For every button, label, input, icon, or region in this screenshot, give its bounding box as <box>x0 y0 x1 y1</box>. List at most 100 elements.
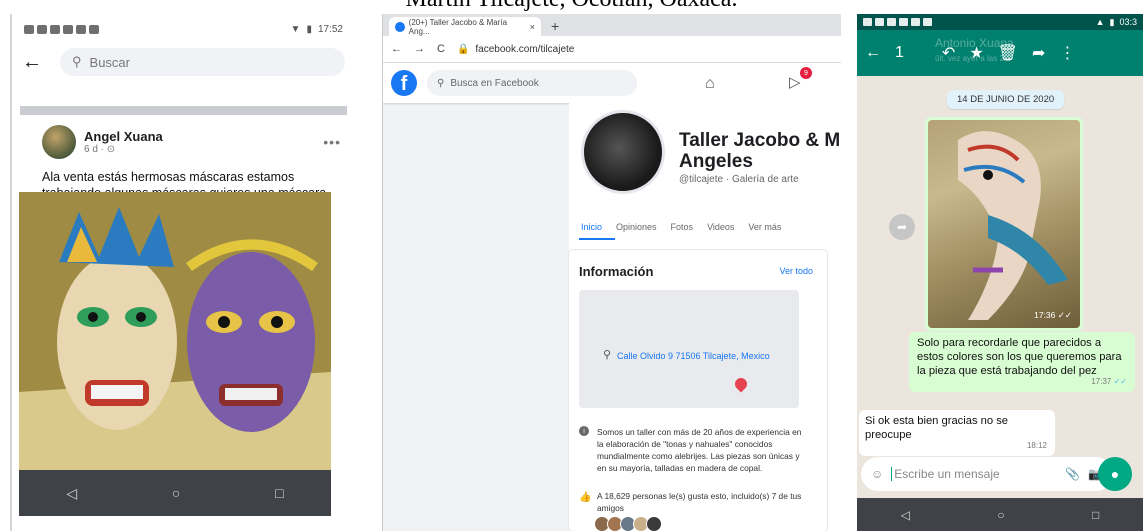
contact-name: Antonio Xuana <box>935 36 1014 50</box>
see-all-link[interactable]: Ver todo <box>779 266 813 276</box>
facebook-desktop-panel: (20+) Taller Jacobo & María Ang... × + ←… <box>382 14 841 531</box>
info-card: Información Ver todo ⚲ Calle Olvido 9 71… <box>569 250 827 531</box>
page-name: Taller Jacobo & M Angeles <box>679 130 841 172</box>
outgoing-message[interactable]: Solo para recordarle que parecidos a est… <box>909 332 1135 392</box>
url-text: facebook.com/tilcajete <box>475 43 575 55</box>
forward-shortcut-icon[interactable]: ➦ <box>889 214 915 240</box>
message-timestamp: 18:12 <box>1026 441 1047 450</box>
clock: 17:52 <box>317 23 343 35</box>
back-arrow-icon[interactable]: ← <box>865 44 881 62</box>
masks-photo[interactable] <box>19 192 331 470</box>
selection-toolbar: ← 1 Antonio Xuana últ. vez ayer a las 2:… <box>857 30 1143 76</box>
map-info-icon[interactable]: ⓘ <box>591 406 600 408</box>
search-icon: ⚲ <box>72 54 82 69</box>
incoming-message[interactable]: Si ok esta bien gracias no se preocupe 1… <box>859 410 1055 456</box>
nav-recents-icon[interactable]: □ <box>275 485 283 501</box>
nav-home-icon[interactable]: ○ <box>997 508 1004 522</box>
notification-icons <box>24 24 99 34</box>
tab-inicio[interactable]: Inicio <box>581 222 602 232</box>
info-title: Información <box>579 264 654 279</box>
tab-title: (20+) Taller Jacobo & María Ang... <box>408 17 508 36</box>
message-text: Si ok esta bien gracias no se preocupe <box>865 415 1009 441</box>
android-nav-bar: ◁ ○ □ <box>857 498 1143 531</box>
top-bar: ← ⚲ Buscar <box>12 44 355 80</box>
active-tab-indicator <box>579 238 615 240</box>
page-tabs: Inicio Opiniones Fotos Videos Ver más <box>581 222 781 232</box>
message-input-placeholder[interactable]: Escribe un mensaje <box>891 467 1057 481</box>
search-input[interactable]: ⚲ Buscar <box>60 48 345 76</box>
post-author[interactable]: Angel Xuana <box>84 129 163 144</box>
info-icon: i <box>579 426 589 436</box>
back-arrow-icon[interactable]: ← <box>22 51 42 74</box>
notification-badge: 9 <box>800 67 812 79</box>
whatsapp-chat-panel: ▲ ▮ 03:3 ← 1 Antonio Xuana últ. vez ayer a… <box>857 14 1143 531</box>
wifi-icon: ▼ <box>290 23 301 35</box>
post-header: Angel Xuana 6 d · ⊙ ••• <box>12 115 355 163</box>
signal-icon: ▲ <box>1095 16 1105 27</box>
facebook-top-bar: f ⚲ Busca en Facebook ⌂ ▷ 9 <box>383 63 841 103</box>
date-separator: 14 DE JUNIO DE 2020 <box>947 90 1065 109</box>
page-description: Somos un taller con más de 20 años de ex… <box>597 427 802 473</box>
battery-icon: ▮ <box>1109 16 1115 27</box>
close-tab-icon[interactable]: × <box>530 22 535 32</box>
nav-back-icon[interactable]: ◁ <box>66 485 77 502</box>
selected-count: 1 <box>895 44 904 61</box>
address-link[interactable]: Calle Olvido 9 71506 Tilcajete, Mexico <box>617 350 787 362</box>
post-meta: 6 d · ⊙ <box>84 144 116 155</box>
map-preview[interactable]: ⚲ Calle Olvido 9 71506 Tilcajete, Mexico… <box>579 290 799 408</box>
search-icon: ⚲ <box>437 77 445 89</box>
tab-fotos[interactable]: Fotos <box>671 222 694 232</box>
home-icon[interactable]: ⌂ <box>705 75 715 93</box>
image-timestamp: 17:36 ✓✓ <box>1034 310 1072 320</box>
tab-videos[interactable]: Videos <box>707 222 734 232</box>
clock: 03:3 <box>1119 16 1137 27</box>
facebook-logo-icon[interactable]: f <box>391 70 417 96</box>
location-icon: ⚲ <box>603 349 612 361</box>
facebook-favicon-icon <box>395 21 405 32</box>
back-icon[interactable]: ← <box>391 43 402 55</box>
message-text: Solo para recordarle que parecidos a est… <box>917 337 1122 377</box>
reload-icon[interactable]: C <box>437 43 445 55</box>
forward-icon[interactable]: ➦ <box>1032 43 1045 63</box>
figure-caption: Martín Tilcajete, Ocotlán, Oaxaca. <box>0 0 1143 13</box>
overflow-menu-icon[interactable]: ⋮ <box>1059 43 1075 63</box>
tab-opiniones[interactable]: Opiniones <box>616 222 657 232</box>
search-placeholder: Busca en Facebook <box>450 77 539 89</box>
page-avatar[interactable] <box>581 110 665 194</box>
watch-icon[interactable]: ▷ <box>789 73 801 91</box>
nav-back-icon[interactable]: ◁ <box>901 508 910 522</box>
contact-status: últ. vez ayer a las 2:.. <box>935 54 1011 63</box>
status-bar: ▲ ▮ 03:3 <box>857 14 1143 30</box>
friends-avatars <box>594 516 662 531</box>
search-placeholder: Buscar <box>89 54 130 70</box>
android-nav-bar: ◁ ○ □ <box>19 470 331 516</box>
more-options-icon[interactable]: ••• <box>323 134 341 150</box>
like-icon: 👍 <box>579 492 592 503</box>
message-timestamp: 17:37 ✓✓ <box>1091 377 1127 386</box>
url-field[interactable]: 🔒 facebook.com/tilcajete <box>457 44 574 55</box>
new-tab-icon[interactable]: + <box>551 17 559 36</box>
page-category: @tilcajete · Galería de arte <box>679 174 799 185</box>
message-composer[interactable]: ☺ Escribe un mensaje 📎 📷 <box>861 457 1113 491</box>
read-ticks-icon: ✓✓ <box>1113 377 1127 386</box>
battery-icon: ▮ <box>306 23 312 35</box>
map-pin-icon <box>732 375 750 393</box>
forward-icon[interactable]: → <box>414 43 425 55</box>
browser-tab[interactable]: (20+) Taller Jacobo & María Ang... × <box>389 17 541 36</box>
emoji-icon[interactable]: ☺ <box>871 467 883 481</box>
nav-home-icon[interactable]: ○ <box>172 485 180 501</box>
image-message[interactable]: 17:36 ✓✓ <box>925 117 1083 331</box>
status-bar: ▼ ▮ 17:52 <box>12 14 355 44</box>
avatar[interactable] <box>42 125 76 159</box>
likes-count: A 18,629 personas le(s) gusta esto, incl… <box>597 491 802 513</box>
mic-button[interactable]: ● <box>1098 457 1132 491</box>
tab-more[interactable]: Ver más <box>748 222 781 232</box>
nav-recents-icon[interactable]: □ <box>1092 508 1099 522</box>
browser-tab-bar: (20+) Taller Jacobo & María Ang... × + <box>383 14 841 36</box>
attach-icon[interactable]: 📎 <box>1065 467 1080 481</box>
facebook-search-input[interactable]: ⚲ Busca en Facebook <box>427 70 637 96</box>
address-bar: ← → C 🔒 facebook.com/tilcajete <box>383 36 841 63</box>
divider <box>20 106 347 115</box>
alebrije-photo[interactable]: 17:36 ✓✓ <box>928 120 1080 328</box>
lock-icon: 🔒 <box>456 43 470 55</box>
